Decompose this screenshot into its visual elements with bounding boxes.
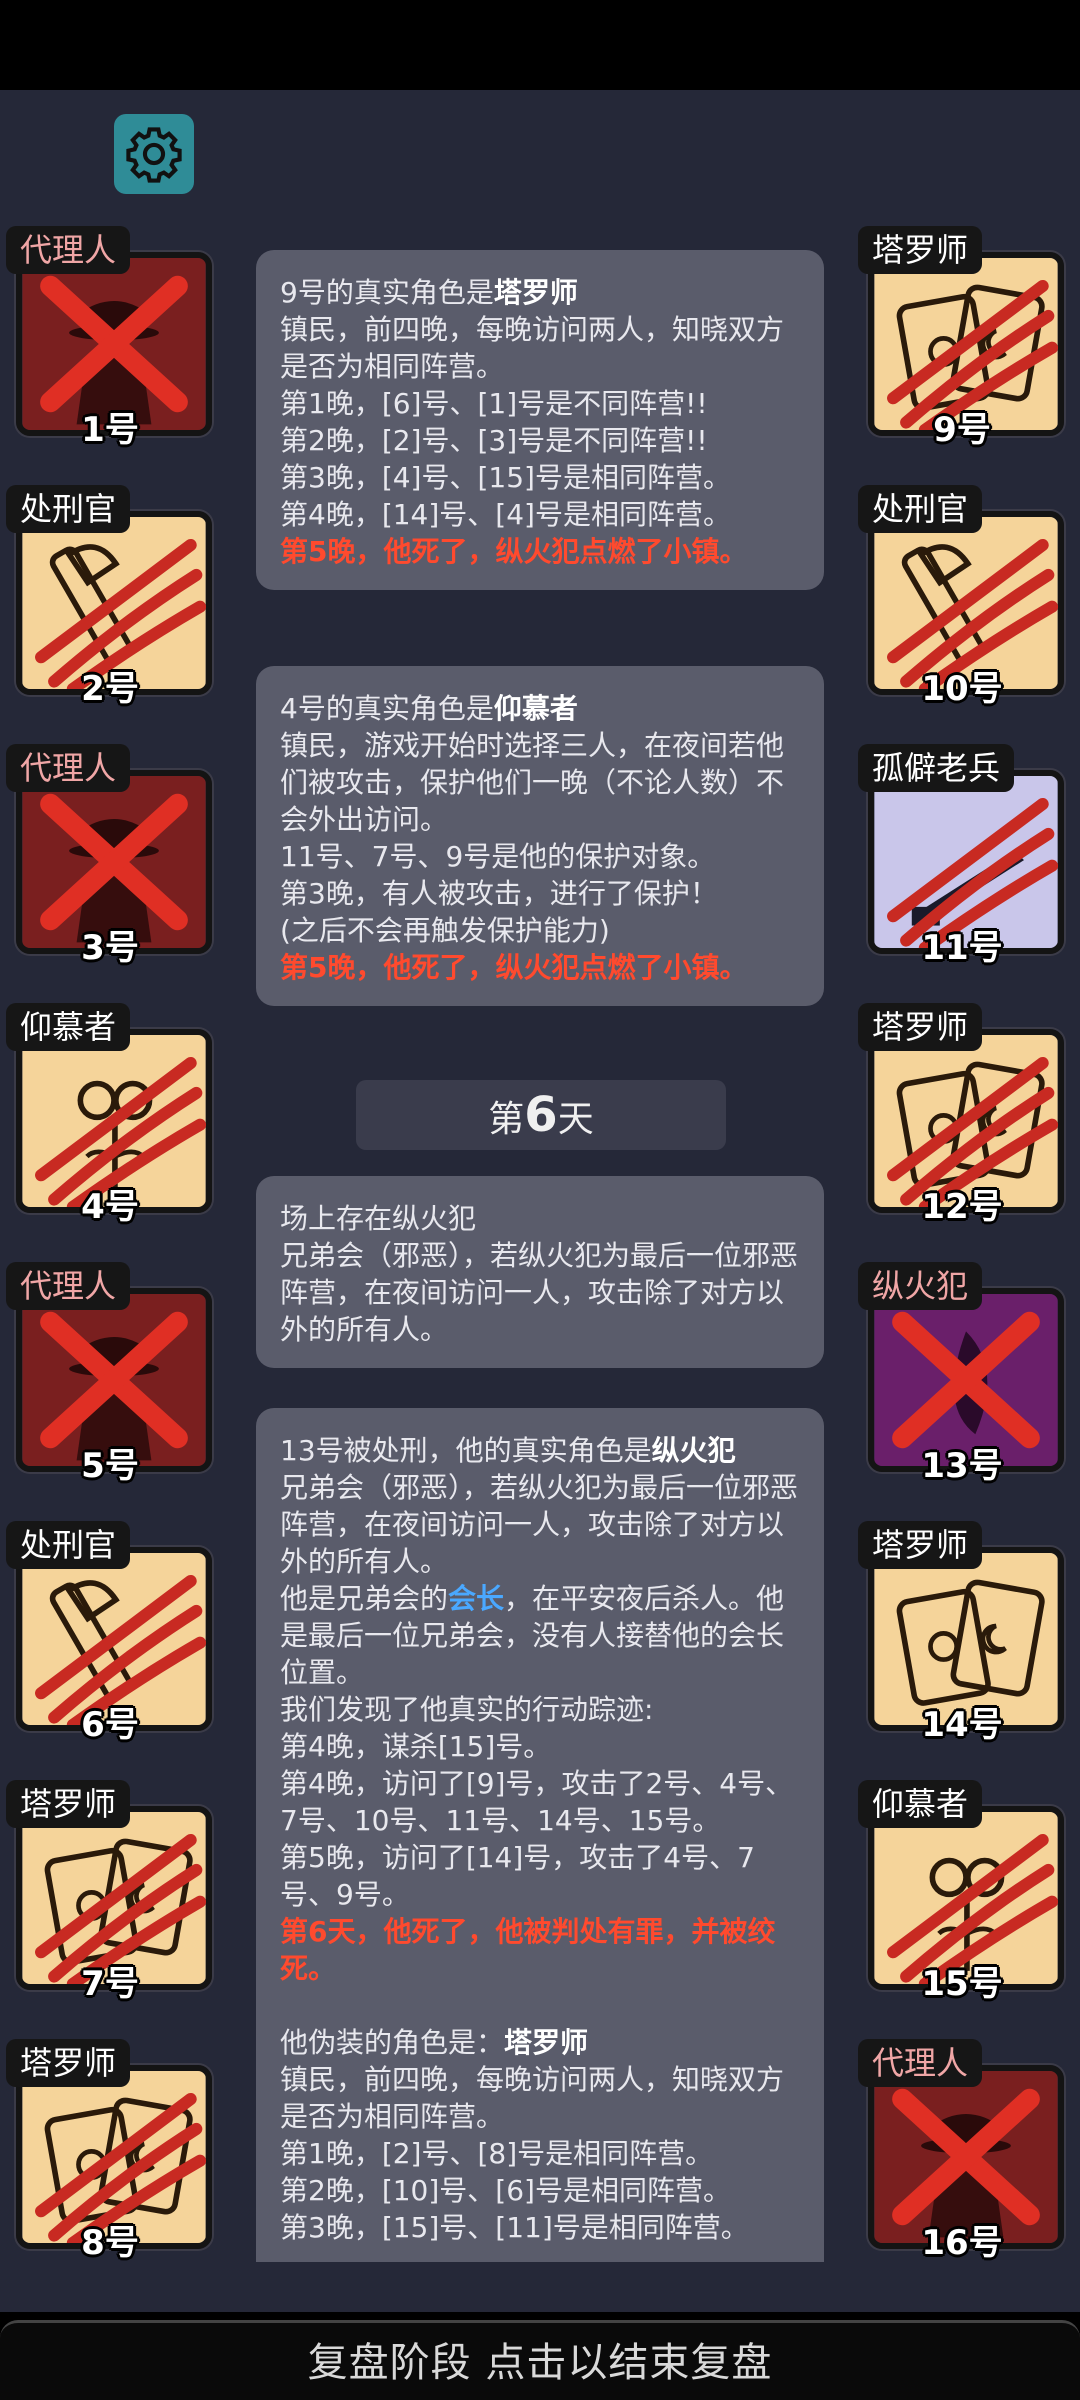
player-card-1号[interactable]: 代理人 1号 (6, 226, 214, 450)
card-line: 第3晚，有人被攻击，进行了保护！ (280, 877, 718, 910)
player-number: 7号 (81, 1964, 139, 2004)
role-label: 代理人 (6, 744, 131, 792)
player-number: 8号 (81, 2223, 139, 2263)
card-line: 第4晚，[14]号、[4]号是相同阵营。 (280, 498, 731, 531)
player-number: 6号 (81, 1705, 139, 1745)
player-card-6号[interactable]: 处刑官 6号 (6, 1521, 214, 1745)
player-number: 9号 (933, 410, 991, 450)
player-number: 13号 (921, 1446, 1003, 1486)
role-label: 仰慕者 (6, 1003, 131, 1051)
log-card-4: 4号的真实角色是仰慕者 镇民，游戏开始时选择三人，在夜间若他们被攻击，保护他们一… (256, 666, 824, 1006)
card-line: 第3晚，[4]号、[15]号是相同阵营。 (280, 461, 731, 494)
player-card-12号[interactable]: 塔罗师 12号 (858, 1003, 1066, 1227)
role-label: 塔罗师 (858, 226, 983, 274)
card-title: 4号的真实角色是仰慕者 (280, 692, 578, 725)
card-title: 9号的真实角色是塔罗师 (280, 276, 578, 309)
role-label: 代理人 (858, 2039, 983, 2087)
card-line: 第4晚，谋杀[15]号。 (280, 1730, 552, 1763)
player-card-3号[interactable]: 代理人 3号 (6, 744, 214, 968)
role-label: 代理人 (6, 1262, 131, 1310)
review-log[interactable]: 9号的真实角色是塔罗师 镇民，前四晚，每晚访问两人，知晓双方是否为相同阵营。 第… (236, 230, 842, 2262)
player-number: 16号 (921, 2223, 1003, 2263)
death-text: 第6天，他死了，他被判处有罪，并被绞死。 (280, 1915, 776, 1985)
card-line: 第1晚，[6]号、[1]号是不同阵营!! (280, 387, 708, 420)
gear-icon (126, 127, 182, 183)
card-line: 第1晚，[2]号、[8]号是相同阵营。 (280, 2137, 714, 2170)
player-number: 4号 (81, 1187, 139, 1227)
player-card-9号[interactable]: 塔罗师 9号 (858, 226, 1066, 450)
role-label: 处刑官 (6, 1521, 131, 1569)
card-title: 他伪装的角色是：塔罗师 (280, 2026, 589, 2059)
role-label: 处刑官 (858, 485, 983, 533)
role-label: 纵火犯 (858, 1262, 983, 1310)
card-line: 兄弟会（邪恶），若纵火犯为最后一位邪恶阵营，在夜间访问一人，攻击除了对方以外的所… (280, 1471, 799, 1578)
card-line: 11号、7号、9号是他的保护对象。 (280, 840, 716, 873)
player-card-15号[interactable]: 仰慕者 15号 (858, 1780, 1066, 2004)
card-line: 他是兄弟会的会长，在平安夜后杀人。他是最后一位兄弟会，没有人接替他的会长位置。 (280, 1582, 785, 1689)
player-card-4号[interactable]: 仰慕者 4号 (6, 1003, 214, 1227)
card-title: 13号被处刑，他的真实角色是纵火犯 (280, 1434, 736, 1467)
card-line: 我们发现了他真实的行动踪迹: (280, 1693, 654, 1726)
day-label: 第6天 (356, 1080, 726, 1150)
player-card-8号[interactable]: 塔罗师 8号 (6, 2039, 214, 2263)
player-number: 15号 (921, 1964, 1003, 2004)
role-label: 孤僻老兵 (858, 744, 1015, 792)
player-number: 2号 (81, 669, 139, 709)
role-label: 代理人 (6, 226, 131, 274)
card-line: 第2晚，[2]号、[3]号是不同阵营!! (280, 424, 708, 457)
card-line: 场上存在纵火犯 (280, 1202, 477, 1235)
player-number: 14号 (921, 1705, 1003, 1745)
log-card-13: 13号被处刑，他的真实角色是纵火犯 兄弟会（邪恶），若纵火犯为最后一位邪恶阵营，… (256, 1408, 824, 2262)
player-card-2号[interactable]: 处刑官 2号 (6, 485, 214, 709)
card-line: 第4晚，访问了[9]号，攻击了2号、4号、7号、10号、11号、14号、15号。 (280, 1767, 794, 1837)
card-line: 镇民，游戏开始时选择三人，在夜间若他们被攻击，保护他们一晚（不论人数）不会外出访… (280, 729, 785, 836)
role-label: 仰慕者 (858, 1780, 983, 1828)
card-line: 第5晚，访问了[14]号，攻击了4号、7号、9号。 (280, 1841, 755, 1911)
log-card-arsonist-info: 场上存在纵火犯 兄弟会（邪恶），若纵火犯为最后一位邪恶阵营，在夜间访问一人，攻击… (256, 1176, 824, 1368)
role-label: 塔罗师 (6, 2039, 131, 2087)
settings-button[interactable] (114, 114, 194, 194)
player-card-11号[interactable]: 孤僻老兵 11号 (858, 744, 1066, 968)
death-text: 第5晚，他死了，纵火犯点燃了小镇。 (280, 535, 748, 568)
role-label: 塔罗师 (858, 1521, 983, 1569)
player-number: 12号 (921, 1187, 1003, 1227)
status-bar (0, 0, 1080, 90)
player-number: 3号 (81, 928, 139, 968)
player-number: 1号 (81, 410, 139, 450)
card-line: 第2晚，[10]号、[6]号是相同阵营。 (280, 2174, 731, 2207)
player-number: 11号 (921, 928, 1003, 968)
player-card-10号[interactable]: 处刑官 10号 (858, 485, 1066, 709)
log-card-9: 9号的真实角色是塔罗师 镇民，前四晚，每晚访问两人，知晓双方是否为相同阵营。 第… (256, 250, 824, 590)
player-card-14号[interactable]: 塔罗师 14号 (858, 1521, 1066, 1745)
player-number: 10号 (921, 669, 1003, 709)
player-number: 5号 (81, 1446, 139, 1486)
leader-link[interactable]: 会长 (448, 1582, 504, 1615)
role-label: 塔罗师 (858, 1003, 983, 1051)
role-label: 处刑官 (6, 485, 131, 533)
role-label: 塔罗师 (6, 1780, 131, 1828)
card-line: 镇民，前四晚，每晚访问两人，知晓双方是否为相同阵营。 (280, 2063, 785, 2133)
death-text: 第5晚，他死了，纵火犯点燃了小镇。 (280, 951, 748, 984)
card-line: 镇民，前四晚，每晚访问两人，知晓双方是否为相同阵营。 (280, 313, 785, 383)
player-card-13号[interactable]: 纵火犯 13号 (858, 1262, 1066, 1486)
player-card-7号[interactable]: 塔罗师 7号 (6, 1780, 214, 2004)
card-line: 兄弟会（邪恶），若纵火犯为最后一位邪恶阵营，在夜间访问一人，攻击除了对方以外的所… (280, 1239, 799, 1346)
player-card-5号[interactable]: 代理人 5号 (6, 1262, 214, 1486)
end-review-bar[interactable]: 复盘阶段 点击以结束复盘 (0, 2320, 1080, 2400)
card-line: (之后不会再触发保护能力) (280, 914, 610, 947)
player-card-16号[interactable]: 代理人 16号 (858, 2039, 1066, 2263)
card-line: 第3晚，[15]号、[11]号是相同阵营。 (280, 2211, 749, 2244)
